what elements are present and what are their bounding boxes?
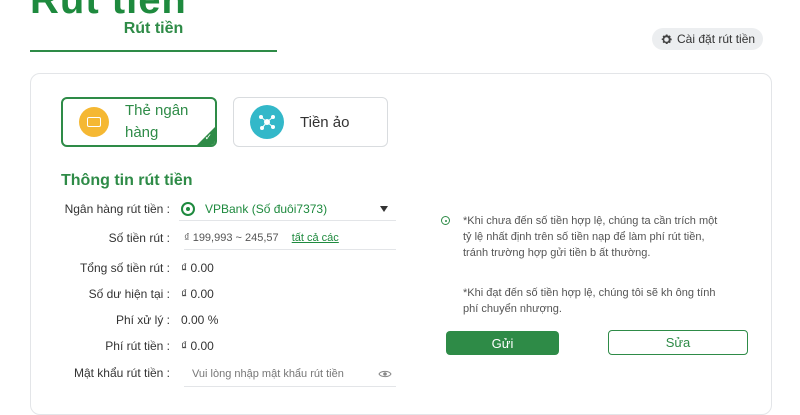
password-label: Mật khẩu rút tiền : [73, 366, 170, 380]
crypto-icon [250, 105, 284, 139]
total-value: ₫ 0.00 [181, 261, 214, 275]
eye-icon[interactable] [378, 369, 392, 379]
amount-label: Số tiền rút : [108, 231, 170, 245]
withdraw-fee-label: Phí rút tiền : [105, 339, 170, 353]
note-fee-warning: *Khi chưa đến số tiền hợp lệ, chúng ta c… [463, 215, 718, 259]
send-button[interactable]: Gửi [446, 331, 559, 355]
caret-down-icon [380, 206, 388, 212]
amount-range: ₫ 199,993 ~ 245,57 [184, 232, 279, 244]
password-row: Mật khẩu rút tiền : [0, 362, 800, 384]
processing-fee-value: 0.00 % [181, 313, 219, 327]
withdraw-all-link[interactable]: tất cả các [292, 232, 339, 244]
note-no-fee: *Khi đạt đến số tiền hợp lệ, chúng tôi s… [463, 287, 716, 315]
withdraw-settings-button[interactable]: Cài đặt rút tiền [652, 28, 764, 50]
withdraw-settings-label: Cài đặt rút tiền [677, 32, 756, 46]
bank-card-icon [79, 107, 109, 137]
form-title: Thông tin rút tiền [61, 172, 193, 189]
info-icon [441, 216, 450, 225]
method-bank-card[interactable]: Thẻ ngân hàng ✓ [61, 97, 217, 147]
processing-fee-label: Phí xử lý : [115, 313, 170, 327]
method-crypto-label: Tiền ảo [300, 113, 350, 131]
balance-value: ₫ 0.00 [181, 287, 214, 301]
password-field-wrap [184, 362, 396, 387]
password-input[interactable] [192, 368, 378, 380]
check-icon: ✓ [204, 132, 212, 142]
total-label: Tổng số tiền rút : [79, 261, 170, 275]
gear-icon [661, 33, 672, 44]
method-crypto[interactable]: Tiền ảo [233, 97, 388, 147]
amount-input[interactable]: ₫ 199,993 ~ 245,57 tất cả các [184, 227, 396, 250]
bank-value: VPBank (Số đuôi7373) [205, 202, 328, 216]
edit-button[interactable]: Sửa [608, 330, 748, 355]
bank-select[interactable]: VPBank (Số đuôi7373) [179, 198, 396, 221]
vpbank-icon [181, 202, 195, 216]
balance-label: Số dư hiện tại : [88, 287, 170, 301]
bank-label: Ngân hàng rút tiền : [64, 202, 170, 216]
tab-withdraw[interactable]: Rút tiền [30, 16, 277, 52]
withdraw-fee-value: ₫ 0.00 [181, 339, 214, 353]
